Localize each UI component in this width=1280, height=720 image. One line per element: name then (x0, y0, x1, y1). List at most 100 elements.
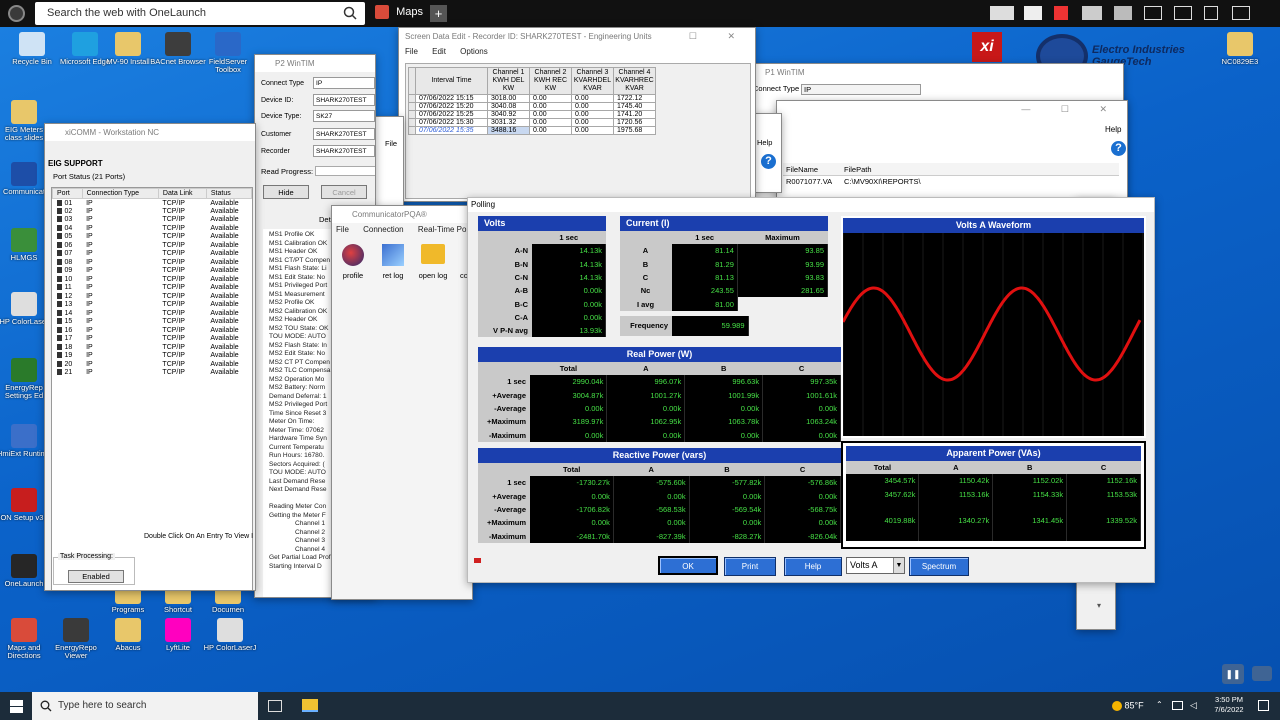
chevron-down-icon[interactable]: ▼ (893, 558, 904, 573)
notifications-icon[interactable] (1258, 700, 1269, 711)
small-help-menu[interactable]: Help (757, 138, 772, 147)
weather-widget[interactable]: 85°F (1112, 700, 1144, 711)
sde-cell[interactable]: 0.00 (571, 118, 614, 127)
p2-recorder-field[interactable]: SHARK270TEST (313, 145, 375, 157)
window-controls[interactable]: ☐ ✕ (689, 28, 749, 45)
p2-hide-button[interactable]: Hide (263, 185, 309, 199)
search-icon[interactable] (343, 6, 357, 20)
sde-menu-options[interactable]: Options (460, 47, 488, 56)
sde-cell[interactable]: 0.00 (571, 126, 614, 135)
port-row[interactable]: 07 IP TCP/IP Available (53, 250, 252, 259)
desktop-icon[interactable]: FieldServer Toolbox (200, 32, 256, 74)
p2-device-id-field[interactable]: SHARK270TEST (313, 94, 375, 106)
desktop-icon[interactable]: Maps and Directions (0, 618, 52, 660)
maps-tab[interactable]: Maps (375, 5, 423, 23)
sde-cell[interactable]: 0.00 (529, 94, 572, 103)
desktop-icon[interactable]: EnergyRepo Viewer (48, 618, 104, 660)
task-view-icon[interactable] (268, 700, 282, 712)
sde-cell[interactable]: 3040.92 (487, 110, 530, 119)
port-column-header[interactable]: Port (52, 188, 83, 199)
waveform-select[interactable]: Volts A ▼ (846, 557, 905, 574)
desktop-icon[interactable]: Recycle Bin (4, 32, 60, 66)
sde-cell[interactable]: 07/06/2022 15:25 (415, 110, 488, 119)
help-button[interactable]: Help (784, 557, 842, 576)
small-file-menu[interactable]: File (385, 139, 397, 148)
youtube-icon[interactable] (1252, 666, 1272, 681)
sde-cell[interactable]: 1745.40 (613, 102, 656, 111)
port-row[interactable]: 06 IP TCP/IP Available (53, 241, 252, 250)
new-tab-button[interactable]: + (430, 5, 447, 22)
port-column-header[interactable]: Data Link (157, 188, 207, 199)
app-shortcut-icon[interactable] (1024, 6, 1042, 20)
sde-column-header[interactable]: Channel 4 KVARHREC KVAR (613, 67, 656, 95)
sde-cell[interactable]: 3018.00 (487, 94, 530, 103)
desktop-icon[interactable]: MV-90 Install (100, 32, 156, 66)
port-row[interactable]: 09 IP TCP/IP Available (53, 267, 252, 276)
port-row[interactable]: 01 IP TCP/IP Available (53, 199, 252, 208)
sde-cell[interactable]: 0.00 (529, 118, 572, 127)
app-shortcut-icon[interactable] (990, 6, 1014, 20)
ret-log-tool[interactable]: ret log (378, 244, 408, 280)
sde-cell[interactable]: 3040.08 (487, 102, 530, 111)
sde-cell[interactable]: 1722.12 (613, 94, 656, 103)
port-row[interactable]: 08 IP TCP/IP Available (53, 258, 252, 267)
app-shortcut-icon[interactable] (1054, 6, 1068, 20)
port-row[interactable]: 11 IP TCP/IP Available (53, 284, 252, 293)
sde-cell[interactable]: 0.00 (529, 110, 572, 119)
desktop-icon[interactable]: HP ColorLaserJ (202, 618, 258, 652)
sde-cell[interactable]: 0.00 (529, 102, 572, 111)
port-row[interactable]: 20 IP TCP/IP Available (53, 360, 252, 369)
file-explorer-icon[interactable] (302, 699, 318, 712)
port-row[interactable]: 17 IP TCP/IP Available (53, 335, 252, 344)
desktop-icon[interactable]: BACnet Browser (150, 32, 206, 66)
app-shortcut-icon[interactable] (1232, 6, 1250, 20)
cpqa-menu-realtime-poll[interactable]: Real-Time Poll (418, 225, 470, 234)
port-column-header[interactable]: Status (205, 188, 253, 199)
app-shortcut-icon[interactable] (1082, 6, 1102, 20)
start-icon[interactable] (10, 700, 23, 713)
p1-file-row[interactable]: R0071077.VA C:\MV90XI\REPORTS\ (783, 176, 1119, 188)
profile-tool[interactable]: profile (338, 244, 368, 280)
port-row[interactable]: 14 IP TCP/IP Available (53, 309, 252, 318)
sde-cell[interactable]: 07/06/2022 15:35 (415, 126, 488, 135)
sde-menu-file[interactable]: File (405, 47, 418, 56)
cpqa-menu-file[interactable]: File (336, 225, 349, 234)
app-shortcut-icon[interactable] (1114, 6, 1132, 20)
sde-cell[interactable]: 3031.32 (487, 118, 530, 127)
help-icon[interactable]: ? (1111, 141, 1126, 156)
sde-cell[interactable]: 1720.56 (613, 118, 656, 127)
sde-column-header[interactable]: Channel 3 KVARHDEL KVAR (571, 67, 614, 95)
port-row[interactable]: 12 IP TCP/IP Available (53, 292, 252, 301)
sde-column-header[interactable]: Channel 2 KWH REC KW (529, 67, 572, 95)
spectrum-button[interactable]: Spectrum (909, 557, 969, 576)
port-row[interactable]: 16 IP TCP/IP Available (53, 326, 252, 335)
port-row[interactable]: 19 IP TCP/IP Available (53, 352, 252, 361)
app-shortcut-icon[interactable] (1204, 6, 1218, 20)
p2-connect-type-field[interactable]: IP (313, 77, 375, 89)
sde-row[interactable]: 07/06/2022 15:15 3018.00 0.00 0.00 1722.12 (408, 94, 656, 103)
onelaunch-logo-icon[interactable] (8, 5, 25, 22)
app-shortcut-icon[interactable] (1174, 6, 1192, 20)
port-row[interactable]: 18 IP TCP/IP Available (53, 343, 252, 352)
tray-chevron-icon[interactable]: ⌃ (1156, 700, 1163, 709)
port-row[interactable]: 03 IP TCP/IP Available (53, 216, 252, 225)
sde-cell[interactable]: 0.00 (571, 110, 614, 119)
sde-cell[interactable]: 0.00 (529, 126, 572, 135)
port-row[interactable]: 04 IP TCP/IP Available (53, 224, 252, 233)
port-column-header[interactable]: Connection Type (81, 188, 159, 199)
port-row[interactable]: 05 IP TCP/IP Available (53, 233, 252, 242)
p2-cancel-button[interactable]: Cancel (321, 185, 367, 199)
sde-row[interactable]: 07/06/2022 15:30 3031.32 0.00 0.00 1720.56 (408, 118, 656, 127)
sde-cell[interactable]: 1975.68 (613, 126, 656, 135)
sde-cell[interactable]: 3488.16 (487, 126, 530, 135)
port-row[interactable]: 21 IP TCP/IP Available (53, 369, 252, 378)
sde-menu-edit[interactable]: Edit (432, 47, 446, 56)
pause-icon[interactable]: ❚❚ (1222, 664, 1244, 684)
port-row[interactable]: 02 IP TCP/IP Available (53, 207, 252, 216)
sde-cell[interactable]: 07/06/2022 15:15 (415, 94, 488, 103)
p2-device-type-field[interactable]: SK27 (313, 110, 375, 122)
clock[interactable]: 3:50 PM 7/6/2022 (1206, 695, 1252, 715)
task-enabled-button[interactable]: Enabled (68, 570, 124, 583)
sde-column-header[interactable]: Interval Time (415, 67, 488, 95)
sde-row[interactable]: 07/06/2022 15:35 3488.16 0.00 0.00 1975.68 (408, 126, 656, 135)
